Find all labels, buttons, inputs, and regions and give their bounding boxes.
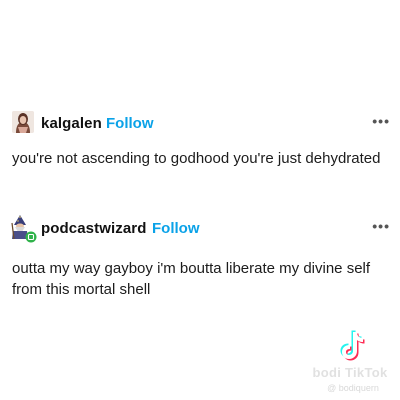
- post-header: kalgalen Follow •••: [0, 108, 400, 138]
- watermark-handle: @ bodiquern: [327, 383, 379, 393]
- post-text: outta my way gayboy i'm boutta liberate …: [12, 260, 371, 298]
- username[interactable]: kalgalen: [41, 115, 102, 132]
- post-kalgalen: kalgalen Follow ••• you're not ascending…: [0, 108, 400, 167]
- username[interactable]: podcastwizard: [41, 220, 147, 237]
- user-avatar-icon[interactable]: [12, 111, 34, 133]
- tiktok-watermark: bodi TikTok @ bodiquern: [310, 328, 390, 394]
- follow-button[interactable]: Follow: [106, 115, 154, 132]
- wizard-avatar-icon[interactable]: [10, 213, 38, 243]
- more-options-icon[interactable]: •••: [372, 114, 390, 128]
- post-header: podcastwizard Follow •••: [0, 213, 400, 243]
- post-podcastwizard: podcastwizard Follow ••• outta my way ga…: [0, 213, 400, 298]
- more-options-icon[interactable]: •••: [372, 219, 390, 233]
- tiktok-logo-icon: [338, 328, 370, 364]
- post-text: you're not ascending to godhood you're j…: [12, 150, 381, 167]
- follow-button[interactable]: Follow: [152, 220, 200, 237]
- watermark-brand: bodi TikTok: [312, 365, 388, 380]
